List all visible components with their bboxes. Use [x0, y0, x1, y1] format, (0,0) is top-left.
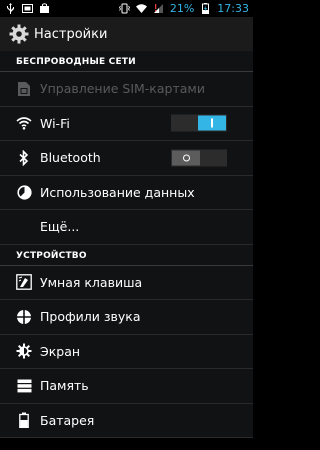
action-bar: Настройки: [0, 17, 253, 51]
settings-list: БЕСПРОВОДНЫЕ СЕТИ Управление SIM-картами…: [0, 51, 253, 438]
smart-key-label: Умная клавиша: [40, 274, 143, 290]
bag-icon: [39, 3, 50, 14]
battery-icon: [200, 3, 211, 14]
sound-profiles-label: Профили звука: [40, 309, 141, 325]
battery-icon: [16, 412, 32, 429]
battery-item[interactable]: Батарея: [0, 404, 253, 438]
data-usage-icon: [16, 184, 32, 200]
display-icon: [16, 343, 32, 359]
section-header-wireless: БЕСПРОВОДНЫЕ СЕТИ: [0, 51, 253, 72]
status-bar: 21% 17:33: [0, 0, 253, 17]
data-usage-label: Использование данных: [40, 184, 195, 200]
bluetooth-toggle[interactable]: [171, 149, 227, 167]
smart-key-icon: [16, 274, 32, 291]
status-right-icons: 21% 17:33: [118, 2, 249, 15]
section-header-device: УСТРОЙСТВО: [0, 245, 253, 266]
status-left-icons: [5, 3, 50, 14]
screenshot-icon: [22, 3, 33, 14]
more-label: Ещё...: [40, 219, 80, 235]
signal-icon: [153, 3, 164, 14]
bluetooth-toggle-thumb: [172, 150, 200, 166]
sim-management-item[interactable]: Управление SIM-картами: [0, 72, 253, 107]
data-usage-item[interactable]: Использование данных: [0, 176, 253, 210]
bluetooth-icon: [16, 149, 32, 166]
usb-icon: [5, 3, 16, 14]
sound-profiles-item[interactable]: Профили звука: [0, 300, 253, 335]
vibrate-icon: [118, 3, 130, 14]
display-label: Экран: [40, 343, 81, 359]
more-item[interactable]: Ещё...: [0, 210, 253, 245]
sim-management-label: Управление SIM-картами: [40, 81, 205, 97]
wifi-icon: [16, 115, 32, 131]
gear-icon[interactable]: [9, 24, 29, 44]
clock: 17:33: [217, 2, 249, 15]
battery-percent: 21%: [169, 2, 195, 15]
wifi-item[interactable]: Wi-Fi: [0, 107, 253, 141]
storage-item[interactable]: Память: [0, 369, 253, 404]
wifi-label: Wi-Fi: [40, 115, 70, 131]
storage-icon: [16, 378, 32, 394]
display-item[interactable]: Экран: [0, 335, 253, 369]
wifi-toggle[interactable]: [171, 114, 227, 132]
page-title: Настройки: [34, 26, 108, 42]
battery-label: Батарея: [40, 412, 95, 428]
wifi-icon: [135, 3, 147, 14]
smart-key-item[interactable]: Умная клавиша: [0, 266, 253, 300]
sim-icon: [16, 81, 32, 97]
bluetooth-item[interactable]: Bluetooth: [0, 141, 253, 176]
wifi-toggle-thumb: [198, 115, 226, 131]
storage-label: Память: [40, 378, 89, 394]
bluetooth-label: Bluetooth: [40, 150, 101, 166]
sound-profile-icon: [16, 309, 32, 325]
